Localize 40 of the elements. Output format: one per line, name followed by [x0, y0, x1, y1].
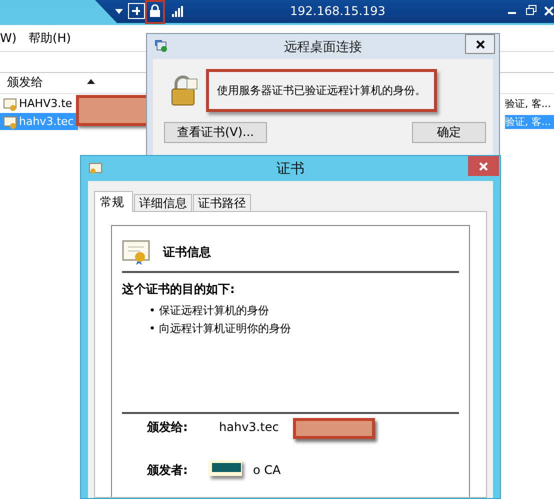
certificate-icon: [3, 114, 17, 128]
purpose-heading: 这个证书的目的如下:: [122, 281, 236, 298]
certificate-icon: [89, 163, 102, 174]
tab[interactable]: 证书路径: [193, 194, 251, 211]
field-label: 颁发给:: [147, 418, 189, 436]
highlight-frame: [145, 0, 165, 24]
remote-desktop-icon: [155, 39, 168, 52]
tab[interactable]: 详细信息: [134, 194, 192, 211]
dropdown-icon[interactable]: [115, 9, 123, 14]
tab[interactable]: 常规: [94, 191, 133, 212]
dialog-title: 证书: [276, 160, 304, 178]
pin-icon[interactable]: [128, 3, 145, 19]
close-icon: [479, 162, 488, 170]
certificate-icon: [3, 96, 17, 110]
view-certificate-button[interactable]: 查看证书(V)...: [164, 122, 267, 143]
redaction-mark: [209, 460, 242, 476]
close-icon[interactable]: [544, 6, 554, 16]
padlock-icon: [169, 75, 198, 106]
signal-icon: [172, 6, 183, 17]
field-label: 颁发者:: [147, 462, 189, 478]
field-value: hahv3.tec: [219, 420, 279, 434]
purpose-item: • 向远程计算机证明你的身份: [149, 321, 292, 337]
list-row[interactable]: HAHV3.te: [0, 95, 78, 112]
certificate-icon: [122, 240, 151, 265]
table-cell-text: 验证, 客...: [505, 98, 551, 111]
sort-arrow-icon: [87, 78, 95, 84]
ok-button[interactable]: 确定: [412, 122, 486, 143]
lock-icon[interactable]: [149, 4, 161, 17]
purpose-item: • 保证远程计算机的身份: [149, 303, 270, 319]
connection-title: 192.168.15.193: [290, 4, 386, 18]
table-cell: 验证, 客...: [505, 115, 554, 129]
close-button[interactable]: [465, 34, 495, 54]
menu-item[interactable]: W): [0, 31, 17, 45]
dialog-title: 远程桌面连接: [284, 38, 362, 56]
restore-icon[interactable]: [526, 5, 537, 15]
section-heading: 证书信息: [163, 244, 211, 261]
message-text: 使用服务器证书已验证远程计算机的身份。: [206, 69, 437, 112]
field-value: o CA: [253, 463, 281, 477]
menu-item[interactable]: 帮助(H): [28, 30, 71, 46]
close-icon: [476, 40, 484, 48]
